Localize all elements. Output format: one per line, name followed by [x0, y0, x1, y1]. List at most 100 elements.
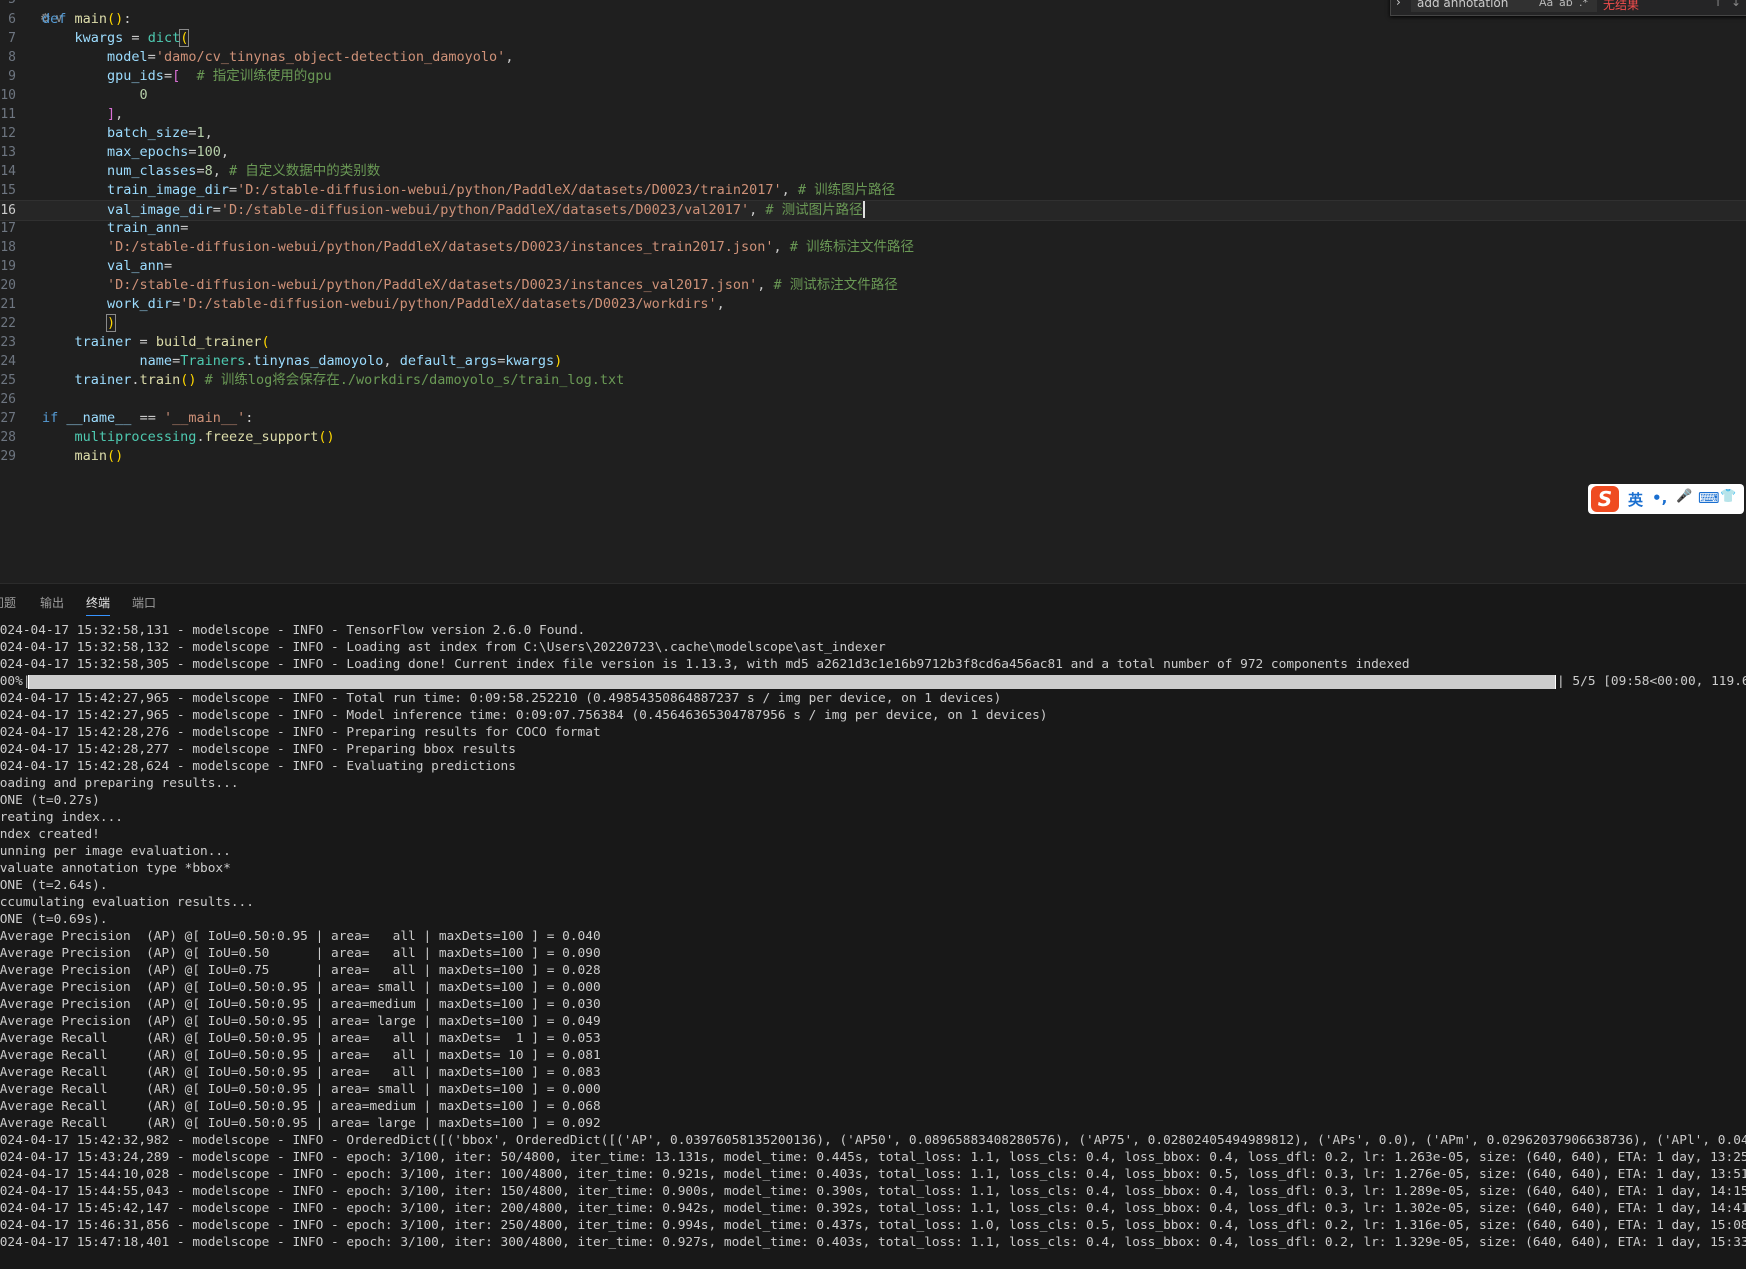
terminal-line: Average Precision (AP) @[ IoU=0.50:0.95 …	[0, 929, 601, 944]
code-line[interactable]: 24 name=Trainers.tinynas_damoyolo, defau…	[0, 352, 1746, 371]
terminal-output[interactable]: 2024-04-17 15:32:58,131 - modelscope - I…	[0, 622, 1746, 1251]
ime-punctuation-icon[interactable]: •,	[1652, 489, 1667, 507]
code-text[interactable]: num_classes=8, # 自定义数据中的类别数	[42, 162, 380, 181]
panel-tabs: 问题 输出 终端 端口	[0, 584, 1746, 616]
line-number: 7	[8, 30, 16, 46]
terminal-line: Average Recall (AR) @[ IoU=0.50:0.95 | a…	[0, 1099, 601, 1114]
code-line[interactable]: 9 gpu_ids=[ # 指定训练使用的gpu	[0, 67, 1746, 86]
microphone-icon[interactable]: 🎤	[1676, 489, 1692, 504]
keyboard-icon[interactable]: ⌨	[1698, 489, 1720, 507]
code-text[interactable]: kwargs = dict(	[42, 28, 190, 48]
code-line[interactable]: 11 ],	[0, 105, 1746, 124]
code-line[interactable]: 17 train_ann=	[0, 219, 1746, 238]
regex-icon[interactable]: .*	[1579, 0, 1588, 9]
line-number: 28	[0, 429, 16, 445]
code-text[interactable]: val_ann=	[42, 257, 172, 276]
code-text[interactable]: batch_size=1,	[42, 124, 213, 143]
code-line[interactable]: 8 model='damo/cv_tinynas_object-detectio…	[0, 48, 1746, 67]
terminal-line: 2024-04-17 15:32:58,305 - modelscope - I…	[0, 657, 1410, 672]
line-number: 20	[0, 277, 16, 293]
code-line[interactable]: 19 val_ann=	[0, 257, 1746, 276]
find-widget[interactable]: › add annotation Aa ab .* 无结果 ↑ ↓	[1390, 0, 1746, 16]
terminal-line: Average Precision (AP) @[ IoU=0.50:0.95 …	[0, 997, 601, 1012]
terminal-line: 2024-04-17 15:46:31,856 - modelscope - I…	[0, 1218, 1746, 1233]
code-line[interactable]: 14 num_classes=8, # 自定义数据中的类别数	[0, 162, 1746, 181]
line-number: 21	[0, 296, 16, 312]
code-line[interactable]: 20 'D:/stable-diffusion-webui/python/Pad…	[0, 276, 1746, 295]
code-text[interactable]: trainer = build_trainer(	[42, 333, 270, 352]
code-text[interactable]: 'D:/stable-diffusion-webui/python/Paddle…	[42, 238, 914, 257]
sogou-logo-icon[interactable]: S	[1591, 486, 1619, 512]
code-line[interactable]: 21 work_dir='D:/stable-diffusion-webui/p…	[0, 295, 1746, 314]
code-text[interactable]: main()	[42, 447, 124, 466]
line-number: 23	[0, 334, 16, 350]
line-number: 19	[0, 258, 16, 274]
code-line[interactable]: 25 trainer.train() # 训练log将会保存在./workdir…	[0, 371, 1746, 390]
code-line[interactable]: 16 val_image_dir='D:/stable-diffusion-we…	[0, 199, 1746, 221]
tab-terminal[interactable]: 终端	[86, 594, 111, 616]
code-text[interactable]: train_image_dir='D:/stable-diffusion-web…	[42, 181, 895, 200]
code-text[interactable]: gpu_ids=[ # 指定训练使用的gpu	[42, 67, 332, 86]
ime-language-toggle[interactable]: 英	[1628, 489, 1643, 510]
code-text[interactable]: multiprocessing.freeze_support()	[42, 428, 335, 447]
code-line[interactable]: 18 'D:/stable-diffusion-webui/python/Pad…	[0, 238, 1746, 257]
terminal-line: Average Recall (AR) @[ IoU=0.50:0.95 | a…	[0, 1048, 601, 1063]
terminal-line: Average Recall (AR) @[ IoU=0.50:0.95 | a…	[0, 1116, 601, 1131]
code-line[interactable]: 15 train_image_dir='D:/stable-diffusion-…	[0, 181, 1746, 200]
code-line[interactable]: 22 )	[0, 313, 1746, 333]
code-text[interactable]: ],	[42, 105, 123, 124]
skin-shirt-icon[interactable]: 👕	[1720, 489, 1736, 504]
line-number: 17	[0, 220, 16, 236]
terminal-line: Running per image evaluation...	[0, 844, 231, 859]
tab-problems[interactable]: 问题	[0, 594, 16, 611]
match-case-icon[interactable]: Aa	[1539, 0, 1553, 9]
terminal-line: 2024-04-17 15:42:28,277 - modelscope - I…	[0, 742, 516, 757]
code-text[interactable]: val_image_dir='D:/stable-diffusion-webui…	[42, 201, 865, 220]
code-line[interactable]: 29 main()	[0, 447, 1746, 466]
terminal-line: DONE (t=0.69s).	[0, 912, 108, 927]
terminal-line: Average Recall (AR) @[ IoU=0.50:0.95 | a…	[0, 1082, 601, 1097]
code-line[interactable]: 12 batch_size=1,	[0, 124, 1746, 143]
tab-output[interactable]: 输出	[40, 594, 64, 611]
code-line[interactable]: 26	[0, 390, 1746, 409]
terminal-line: 2024-04-17 15:47:18,401 - modelscope - I…	[0, 1235, 1746, 1250]
ime-toolbar[interactable]: S 英 •, 🎤 ⌨ 👕	[1588, 484, 1744, 514]
line-number: 22	[0, 315, 16, 331]
terminal-line: 2024-04-17 15:32:58,131 - modelscope - I…	[0, 623, 586, 638]
code-line[interactable]: 23 trainer = build_trainer(	[0, 333, 1746, 352]
code-text[interactable]: 'D:/stable-diffusion-webui/python/Paddle…	[42, 276, 898, 295]
code-text[interactable]: def main():	[42, 10, 131, 29]
line-number: 15	[0, 182, 16, 198]
terminal-line: DONE (t=0.27s)	[0, 793, 100, 808]
terminal-line: 2024-04-17 15:44:10,028 - modelscope - I…	[0, 1167, 1746, 1182]
tab-ports[interactable]: 端口	[132, 594, 156, 611]
code-text[interactable]: max_epochs=100,	[42, 143, 229, 162]
code-text[interactable]: 0	[42, 86, 148, 105]
code-text[interactable]: model='damo/cv_tinynas_object-detection_…	[42, 48, 513, 67]
code-line[interactable]: 27 if __name__ == '__main__':	[0, 409, 1746, 428]
terminal-line: Average Precision (AP) @[ IoU=0.50:0.95 …	[0, 1014, 601, 1029]
terminal-line: Average Precision (AP) @[ IoU=0.75 | are…	[0, 963, 601, 978]
code-line[interactable]: 28 multiprocessing.freeze_support()	[0, 428, 1746, 447]
code-text[interactable]: name=Trainers.tinynas_damoyolo, default_…	[42, 352, 563, 371]
progress-bar: 100%| | 5/5 [09:58<00:00, 119.64s/it]	[0, 673, 1746, 690]
code-text[interactable]: trainer.train() # 训练log将会保存在./workdirs/d…	[42, 371, 625, 390]
terminal-line: creating index...	[0, 810, 123, 825]
code-text[interactable]: train_ann=	[42, 219, 188, 238]
line-number: 16	[0, 202, 16, 218]
code-text[interactable]: work_dir='D:/stable-diffusion-webui/pyth…	[42, 295, 725, 314]
line-number: 6	[8, 11, 16, 27]
terminal-line: Average Recall (AR) @[ IoU=0.50:0.95 | a…	[0, 1031, 601, 1046]
toggle-replace-chevron-icon[interactable]: ›	[1396, 0, 1401, 9]
terminal-line: Average Precision (AP) @[ IoU=0.50:0.95 …	[0, 980, 601, 995]
code-line[interactable]: 10 0	[0, 86, 1746, 105]
whole-word-icon[interactable]: ab	[1559, 0, 1573, 9]
line-number: 25	[0, 372, 16, 388]
code-line[interactable]: 13 max_epochs=100,	[0, 143, 1746, 162]
previous-match-icon[interactable]: ↑	[1713, 0, 1723, 9]
code-text[interactable]: )	[42, 313, 117, 333]
code-text[interactable]: if __name__ == '__main__':	[42, 409, 253, 428]
next-match-icon[interactable]: ↓	[1731, 0, 1741, 9]
code-editor[interactable]: ⚙︎ ∨ 56def main():7 kwargs = dict(8 mode…	[0, 0, 1746, 583]
code-line[interactable]: 7 kwargs = dict(	[0, 28, 1746, 48]
